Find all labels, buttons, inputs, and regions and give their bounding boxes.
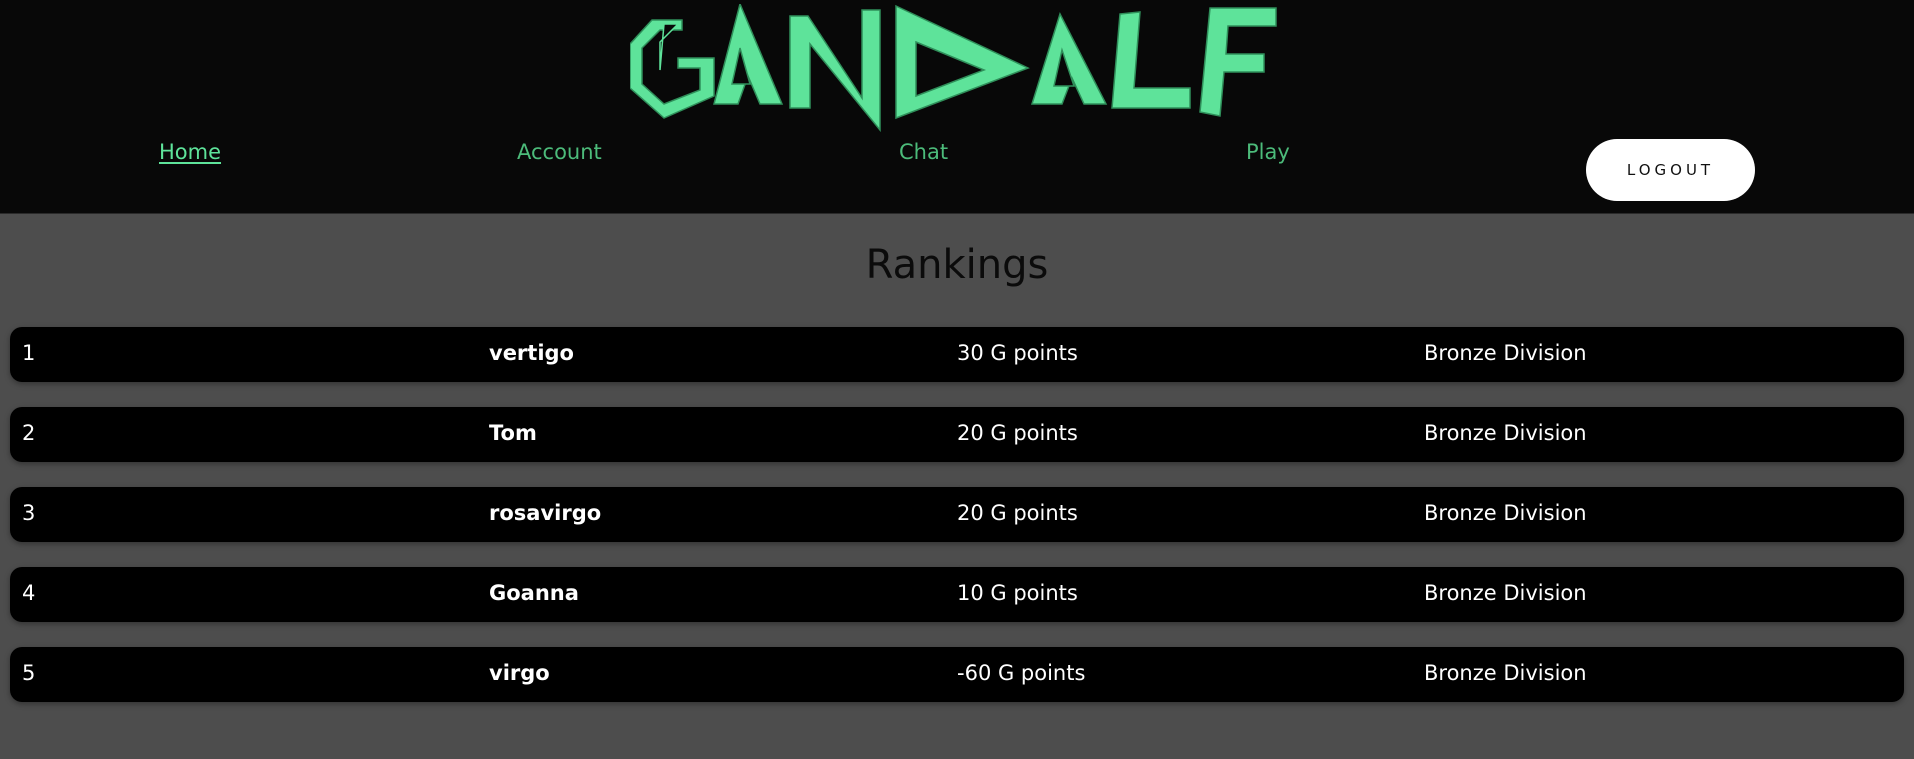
player-division: Bronze Division (1424, 661, 1587, 685)
player-points: 20 G points (957, 501, 1078, 525)
nav-home-link[interactable]: Home (159, 140, 221, 164)
player-points: 10 G points (957, 581, 1078, 605)
gandalf-logo[interactable] (630, 4, 1285, 134)
logout-button[interactable]: LOGOUT (1586, 139, 1755, 201)
page-title: Rankings (865, 242, 1049, 288)
ranking-row: 4 Goanna 10 G points Bronze Division (10, 567, 1904, 622)
player-division: Bronze Division (1424, 501, 1587, 525)
player-points: -60 G points (957, 661, 1086, 685)
ranking-row: 5 virgo -60 G points Bronze Division (10, 647, 1904, 702)
player-name: virgo (489, 661, 550, 685)
rank-position: 5 (22, 661, 36, 685)
rank-position: 1 (22, 341, 36, 365)
player-points: 20 G points (957, 421, 1078, 445)
player-division: Bronze Division (1424, 341, 1587, 365)
ranking-row: 2 Tom 20 G points Bronze Division (10, 407, 1904, 462)
player-name: Goanna (489, 581, 579, 605)
player-division: Bronze Division (1424, 581, 1587, 605)
site-header: Home Account Chat Play LOGOUT (0, 0, 1914, 214)
player-name: vertigo (489, 341, 574, 365)
nav-play-link[interactable]: Play (1246, 140, 1290, 164)
player-name: Tom (489, 421, 537, 445)
player-division: Bronze Division (1424, 421, 1587, 445)
ranking-row: 1 vertigo 30 G points Bronze Division (10, 327, 1904, 382)
nav-account-link[interactable]: Account (517, 140, 602, 164)
rank-position: 4 (22, 581, 36, 605)
rank-position: 3 (22, 501, 36, 525)
rank-position: 2 (22, 421, 36, 445)
ranking-row: 3 rosavirgo 20 G points Bronze Division (10, 487, 1904, 542)
player-points: 30 G points (957, 341, 1078, 365)
nav-chat-link[interactable]: Chat (899, 140, 948, 164)
player-name: rosavirgo (489, 501, 602, 525)
